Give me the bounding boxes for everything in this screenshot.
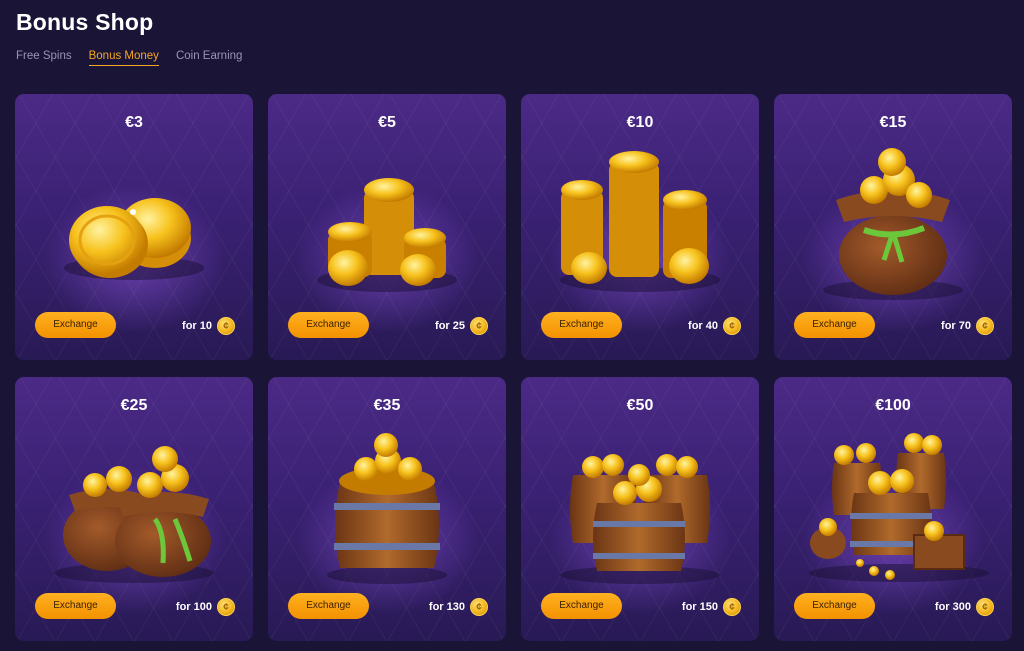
coin-barrel-icon [268, 423, 506, 593]
cost-label: for 150 [681, 601, 718, 613]
exchange-button[interactable]: Exchange [541, 593, 622, 619]
bonus-price: €10 [626, 114, 654, 131]
coin-icon: ¢ [217, 598, 235, 616]
bonus-grid: €3 Exchange for 10 ¢ €5 Exchange for 25 … [15, 94, 1012, 641]
coin-icon: ¢ [723, 598, 741, 616]
cost-label: for 300 [934, 601, 971, 613]
cost-label: for 40 [688, 320, 718, 332]
coin-cost: for 10 ¢ [182, 317, 235, 335]
coin-cost: for 40 ¢ [688, 317, 741, 335]
exchange-button[interactable]: Exchange [794, 312, 875, 338]
coin-cost: for 150 ¢ [682, 598, 741, 616]
tab-bar: Free Spins Bonus Money Coin Earning [16, 50, 259, 66]
bonus-price: €5 [378, 114, 396, 131]
bonus-card: €50 Exchange for 150 ¢ [521, 377, 759, 641]
bonus-card: €35 Exchange for 130 ¢ [268, 377, 506, 641]
bonus-price: €35 [373, 397, 401, 414]
bonus-price: €100 [875, 397, 911, 414]
coin-cost: for 70 ¢ [941, 317, 994, 335]
coin-icon: ¢ [470, 598, 488, 616]
coin-icon: ¢ [470, 317, 488, 335]
exchange-button[interactable]: Exchange [288, 312, 369, 338]
tab-bonus-money[interactable]: Bonus Money [88, 50, 159, 66]
exchange-button[interactable]: Exchange [35, 312, 116, 338]
bonus-price: €15 [879, 114, 907, 131]
tab-free-spins[interactable]: Free Spins [16, 50, 72, 66]
bonus-price: €50 [626, 397, 654, 414]
cost-label: for 25 [435, 320, 465, 332]
cost-label: for 10 [182, 320, 212, 332]
bonus-card: €10 Exchange for 40 ¢ [521, 94, 759, 360]
cost-label: for 70 [941, 320, 971, 332]
coin-icon: ¢ [976, 598, 994, 616]
cost-label: for 130 [428, 601, 465, 613]
bonus-card: €15 Exchange for 70 ¢ [774, 94, 1012, 360]
coin-towers-icon [521, 140, 759, 310]
exchange-button[interactable]: Exchange [541, 312, 622, 338]
coin-cost: for 25 ¢ [435, 317, 488, 335]
bonus-price: €25 [120, 397, 148, 414]
bonus-price: €3 [125, 114, 143, 131]
bonus-card: €25 Exchange for 100 ¢ [15, 377, 253, 641]
treasure-hoard-icon [774, 423, 1012, 593]
bonus-card: €3 Exchange for 10 ¢ [15, 94, 253, 360]
coin-icon: ¢ [976, 317, 994, 335]
coin-stacks-icon [268, 140, 506, 310]
coin-sack-icon [774, 140, 1012, 310]
bonus-card: €100 Exchange for 300 ¢ [774, 377, 1012, 641]
coin-cost: for 300 ¢ [935, 598, 994, 616]
tab-coin-earning[interactable]: Coin Earning [176, 50, 242, 66]
bonus-card: €5 Exchange for 25 ¢ [268, 94, 506, 360]
three-coin-barrels-icon [521, 423, 759, 593]
coin-icon: ¢ [217, 317, 235, 335]
coin-cost: for 130 ¢ [429, 598, 488, 616]
coin-cost: for 100 ¢ [176, 598, 235, 616]
exchange-button[interactable]: Exchange [794, 593, 875, 619]
two-coin-sacks-icon [15, 423, 253, 593]
cost-label: for 100 [175, 601, 212, 613]
exchange-button[interactable]: Exchange [35, 593, 116, 619]
exchange-button[interactable]: Exchange [288, 593, 369, 619]
page-title: Bonus Shop [16, 9, 154, 35]
coins-small-pile-icon [15, 140, 253, 310]
coin-icon: ¢ [723, 317, 741, 335]
